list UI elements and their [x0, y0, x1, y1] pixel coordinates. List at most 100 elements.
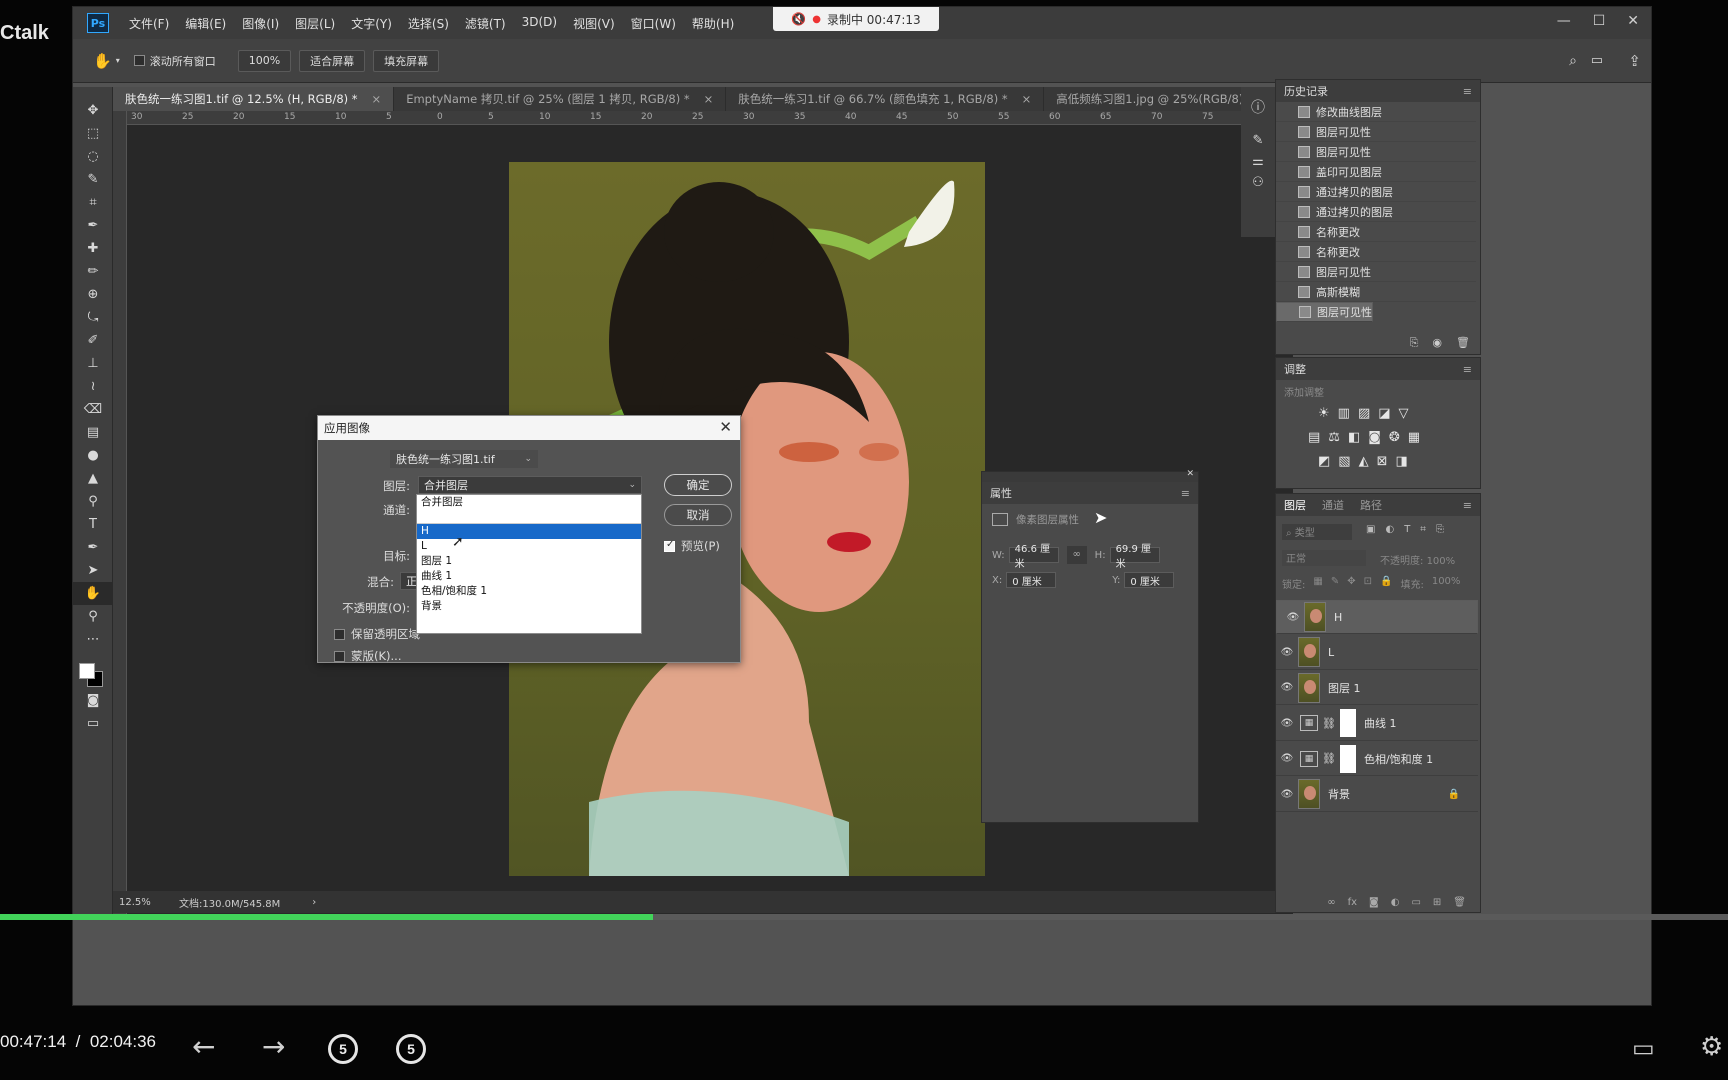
panel-drag-bar[interactable]: ✕ [982, 469, 1198, 482]
search-icon[interactable]: ⌕ [1569, 53, 1577, 69]
menu-item[interactable]: 文件(F) [121, 15, 177, 32]
share-icon[interactable]: ⇪ [1628, 52, 1641, 70]
checkbox-box[interactable] [664, 539, 675, 552]
visibility-eye-icon[interactable]: 👁 [1276, 789, 1298, 800]
document-tab[interactable]: 肤色统一练习1.tif @ 66.7% (颜色填充 1, RGB/8) * × [726, 87, 1045, 111]
minimize-icon[interactable]: — [1557, 13, 1571, 29]
ok-button[interactable]: 确定 [664, 474, 732, 496]
trash-icon[interactable]: 🗑 [1456, 336, 1470, 350]
brush-panel-icon[interactable]: ✎ [1241, 117, 1275, 148]
eraser-tool-icon[interactable]: ⌫ [73, 398, 113, 421]
mask-link-icon[interactable]: ⛓ [1322, 717, 1336, 730]
dropdown-option[interactable]: 色相/饱和度 1 [417, 584, 641, 599]
picture-in-picture-icon[interactable]: ▭ [1632, 1034, 1655, 1062]
mute-icon[interactable]: 🔇 [791, 12, 806, 26]
brightness-icon[interactable]: ☀ [1318, 406, 1330, 421]
vibrance-icon[interactable]: ▽ [1399, 406, 1409, 421]
new-adjustment-icon[interactable]: ◐ [1391, 897, 1400, 908]
panel-menu-icon[interactable]: ≡ [1463, 499, 1472, 512]
threshold-icon[interactable]: ◭ [1359, 454, 1369, 469]
shape-filter-icon[interactable]: ⌗ [1420, 524, 1426, 535]
layer-name[interactable]: H [1334, 611, 1342, 624]
tab-close-icon[interactable]: × [1022, 92, 1032, 106]
layer-row[interactable]: 👁 L [1276, 636, 1478, 670]
close-icon[interactable]: ✕ [1627, 13, 1639, 29]
levels-icon[interactable]: ▥ [1338, 406, 1350, 421]
brush-tool-icon[interactable]: ✏ [73, 260, 113, 283]
history-item[interactable]: 图层可见性 [1276, 142, 1476, 162]
dropdown-option[interactable]: L [417, 539, 641, 554]
dropdown-option[interactable]: 图层 1 [417, 554, 641, 569]
menu-item[interactable]: 编辑(E) [177, 15, 234, 32]
gradient-tool-icon[interactable]: ▤ [73, 421, 113, 444]
workspace-icon[interactable]: ▭ [1591, 53, 1603, 68]
next-arrow-icon[interactable]: → [262, 1030, 285, 1063]
checkbox-box[interactable] [334, 628, 345, 640]
menu-item[interactable]: 图像(I) [234, 15, 287, 32]
zoom-100-button[interactable]: 100% [237, 49, 292, 72]
dropdown-option[interactable]: 曲线 1 [417, 569, 641, 584]
rewind-5-button[interactable]: 5 [328, 1034, 358, 1064]
history-item[interactable]: 通过拷贝的图层 [1276, 202, 1476, 222]
stamp-tool-icon[interactable]: ⊥ [73, 352, 113, 375]
lock-image-icon[interactable]: ✎ [1331, 576, 1339, 591]
checkbox-box[interactable] [133, 55, 145, 66]
posterize-icon[interactable]: ▧ [1338, 454, 1350, 469]
history-item[interactable]: 图层可见性 [1276, 262, 1476, 282]
width-field[interactable]: 46.6 厘米 [1008, 544, 1059, 570]
layer-select[interactable]: 合并图层 ⌄ [418, 476, 642, 494]
quick-mask-icon[interactable]: ◙ [73, 689, 113, 712]
mask-checkbox[interactable]: 蒙版(K)... [334, 648, 401, 664]
layer-kind-filter[interactable]: ⌕ 类型 [1282, 524, 1352, 540]
color-balance-icon[interactable]: ⚖ [1328, 430, 1340, 445]
menu-item[interactable]: 窗口(W) [623, 15, 684, 32]
menu-item[interactable]: 帮助(H) [684, 15, 742, 32]
settings-gear-icon[interactable]: ⚙ [1700, 1032, 1723, 1062]
pixel-filter-icon[interactable]: ▣ [1366, 524, 1375, 535]
fx-icon[interactable]: fx [1348, 897, 1357, 908]
layer-row[interactable]: 👁 图层 1 [1276, 671, 1478, 705]
preview-checkbox[interactable]: 预览(P) [664, 538, 720, 554]
layer-name[interactable]: 图层 1 [1328, 680, 1361, 696]
x-field[interactable]: 0 厘米 [1006, 572, 1057, 588]
checkbox-box[interactable] [334, 650, 345, 662]
black-white-icon[interactable]: ◧ [1348, 430, 1360, 445]
visibility-eye-icon[interactable]: 👁 [1276, 753, 1298, 764]
hand-tool-icon[interactable]: ✋ [73, 582, 113, 605]
dodge-tool-icon[interactable]: ⚲ [73, 490, 113, 513]
zoom-tool-icon[interactable]: ⚲ [73, 605, 113, 628]
blend-mode-select[interactable]: 正常 [1282, 550, 1366, 566]
menu-item[interactable]: 滤镜(T) [457, 15, 514, 32]
maximize-icon[interactable]: ☐ [1593, 13, 1606, 29]
properties-title[interactable]: 属性 [990, 485, 1012, 501]
layer-name[interactable]: 色相/饱和度 1 [1364, 751, 1433, 767]
panel-menu-icon[interactable]: ≡ [1181, 487, 1190, 500]
menu-item[interactable]: 图层(L) [287, 15, 343, 32]
status-chevron-icon[interactable]: › [312, 897, 316, 908]
link-icon[interactable]: ∞ [1066, 546, 1087, 564]
foreground-color-swatch[interactable] [79, 663, 95, 679]
history-title[interactable]: 历史记录 [1284, 83, 1328, 99]
document-tab[interactable]: 肤色统一练习图1.tif @ 12.5% (H, RGB/8) * × [113, 87, 395, 111]
history-item[interactable]: 通过拷贝的图层 [1276, 182, 1476, 202]
lock-transparent-icon[interactable]: ▦ [1313, 576, 1322, 591]
dropdown-option[interactable]: 合并图层 [417, 495, 641, 510]
layer-comps-icon[interactable]: ⚇ [1241, 169, 1275, 190]
sharpen-tool-icon[interactable]: ▲ [73, 467, 113, 490]
type-filter-icon[interactable]: T [1404, 524, 1410, 535]
layer-row[interactable]: 👁 背景 🔒 [1276, 778, 1478, 812]
clone-stamp-icon[interactable]: ⊕ [73, 283, 113, 306]
selective-color-icon[interactable]: ⊠ [1377, 454, 1388, 469]
new-document-from-state-icon[interactable]: ⎘ [1410, 336, 1419, 350]
dropdown-option[interactable]: H [417, 524, 641, 539]
screen-mode-icon[interactable]: ▭ [73, 712, 113, 735]
new-group-icon[interactable]: ▭ [1411, 897, 1420, 908]
lock-icon[interactable]: 🔒 [1448, 789, 1460, 800]
layer-mask-thumbnail[interactable] [1339, 744, 1356, 773]
visibility-eye-icon[interactable]: 👁 [1282, 612, 1304, 623]
smart-object-filter-icon[interactable]: ⎘ [1436, 524, 1444, 535]
eyedropper-tool-icon[interactable]: ✒ [73, 214, 113, 237]
scroll-all-checkbox[interactable]: 滚动所有窗口 [133, 53, 216, 69]
layers-tab[interactable]: 图层 [1284, 497, 1306, 513]
hue-saturation-icon[interactable]: ▤ [1308, 430, 1320, 445]
